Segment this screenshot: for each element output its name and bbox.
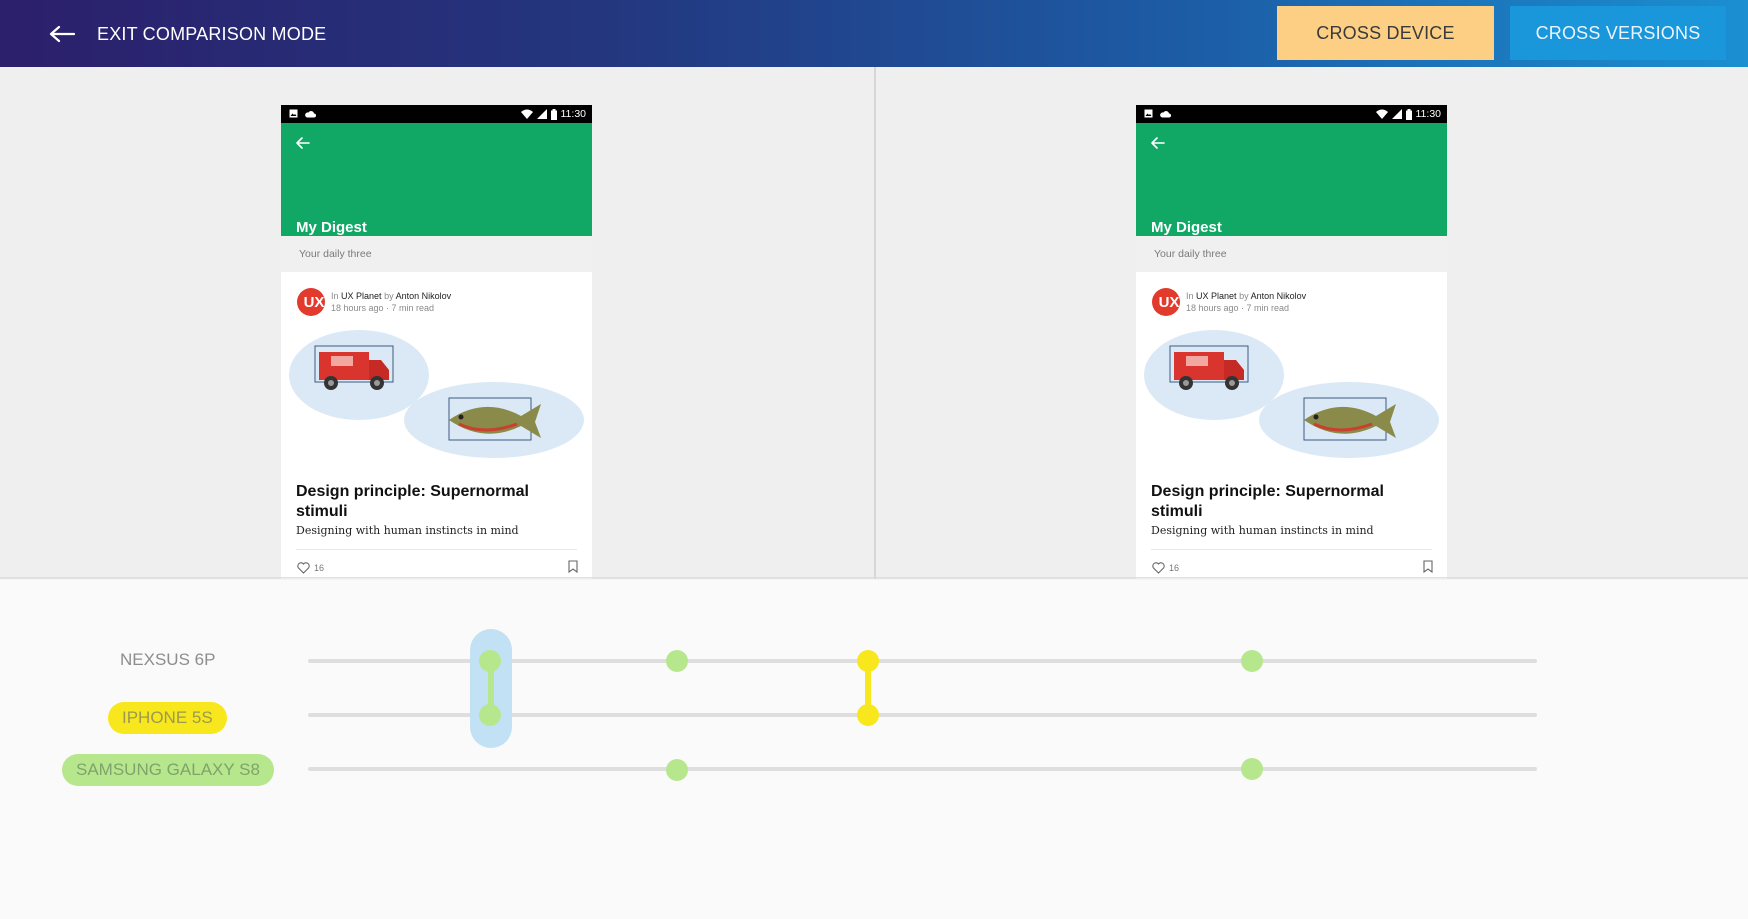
like-count: 16: [1169, 563, 1180, 573]
app-back-arrow-icon[interactable]: [1150, 135, 1166, 151]
app-title: My Digest: [1151, 219, 1222, 236]
wifi-icon: [1375, 109, 1388, 119]
like-button[interactable]: 16: [297, 562, 324, 574]
section-label: Your daily three: [299, 248, 372, 260]
post-card[interactable]: UX In UX Planet by Anton Nikolov 18 hour…: [1136, 272, 1447, 579]
cloud-icon: [1160, 110, 1171, 117]
version-node-samsung-galaxy-s8[interactable]: [1241, 758, 1263, 780]
signal-icon: [536, 109, 547, 119]
card-divider: [296, 549, 577, 550]
post-meta: 18 hours ago · 7 min read: [331, 303, 435, 313]
cloud-icon: [305, 110, 316, 117]
app-title: My Digest: [296, 219, 367, 236]
version-node-iphone-5s[interactable]: [479, 704, 501, 726]
comparison-panes: 11:30 My Digest Your daily three UX In U…: [0, 67, 1748, 579]
post-subtitle: Designing with human instincts in mind: [1151, 524, 1374, 537]
publication-avatar: UX: [297, 288, 325, 316]
exit-comparison-button[interactable]: EXIT COMPARISON MODE: [97, 24, 326, 45]
app-back-arrow-icon[interactable]: [295, 135, 311, 151]
app-bar: My Digest: [1136, 123, 1447, 236]
comparison-app: EXIT COMPARISON MODE CROSS DEVICE CROSS …: [0, 0, 1748, 919]
heart-icon: [297, 562, 310, 574]
version-node-nexus-6p[interactable]: [1241, 650, 1263, 672]
panel-edge: [0, 577, 1748, 580]
post-card[interactable]: UX In UX Planet by Anton Nikolov 18 hour…: [281, 272, 592, 579]
post-illustration: [1144, 330, 1439, 458]
device-label-nexus-6p[interactable]: NEXSUS 6P: [106, 644, 229, 676]
version-node-samsung-galaxy-s8[interactable]: [666, 759, 688, 781]
section-label: Your daily three: [1154, 248, 1227, 260]
cross-versions-tab[interactable]: CROSS VERSIONS: [1510, 6, 1726, 60]
device-screen-left: 11:30 My Digest Your daily three UX In U…: [281, 105, 592, 579]
section-header: Your daily three: [1136, 236, 1447, 272]
image-icon: [1144, 109, 1153, 118]
heart-icon: [1152, 562, 1165, 574]
version-node-iphone-5s-match[interactable]: [857, 704, 879, 726]
pane-divider: [874, 67, 876, 579]
post-byline: In UX Planet by Anton Nikolov 18 hours a…: [1186, 291, 1307, 313]
version-node-nexus-6p-match[interactable]: [857, 650, 879, 672]
status-bar: 11:30: [281, 105, 592, 123]
status-time: 11:30: [1415, 108, 1442, 120]
post-illustration: [289, 330, 584, 458]
device-label-iphone-5s[interactable]: IPHONE 5S: [108, 702, 227, 734]
bookmark-icon[interactable]: [568, 560, 578, 578]
section-header: Your daily three: [281, 236, 592, 272]
bookmark-icon[interactable]: [1423, 560, 1433, 578]
post-title[interactable]: Design principle: Supernormal stimuli: [296, 482, 556, 522]
battery-icon: [550, 108, 557, 120]
like-button[interactable]: 16: [1152, 562, 1179, 574]
cross-device-tab[interactable]: CROSS DEVICE: [1277, 6, 1494, 60]
post-title[interactable]: Design principle: Supernormal stimuli: [1151, 482, 1411, 522]
device-screen-right: 11:30 My Digest Your daily three UX In U…: [1136, 105, 1447, 579]
version-node-nexus-6p[interactable]: [666, 650, 688, 672]
battery-icon: [1405, 108, 1412, 120]
device-label-samsung-galaxy-s8[interactable]: SAMSUNG GALAXY S8: [62, 754, 274, 786]
publication-link[interactable]: UX Planet: [1196, 291, 1237, 301]
wifi-icon: [520, 109, 533, 119]
app-bar: My Digest: [281, 123, 592, 236]
card-divider: [1151, 549, 1432, 550]
back-arrow-icon[interactable]: [48, 22, 76, 46]
author-link[interactable]: Anton Nikolov: [1251, 291, 1307, 301]
status-time: 11:30: [560, 108, 587, 120]
post-byline: In UX Planet by Anton Nikolov 18 hours a…: [331, 291, 452, 313]
post-meta: 18 hours ago · 7 min read: [1186, 303, 1290, 313]
image-icon: [289, 109, 298, 118]
status-bar: 11:30: [1136, 105, 1447, 123]
like-count: 16: [314, 563, 325, 573]
author-link[interactable]: Anton Nikolov: [396, 291, 452, 301]
publication-link[interactable]: UX Planet: [341, 291, 382, 301]
signal-icon: [1391, 109, 1402, 119]
timeline-track-samsung-galaxy-s8: [308, 767, 1537, 771]
post-subtitle: Designing with human instincts in mind: [296, 524, 519, 537]
top-bar: EXIT COMPARISON MODE CROSS DEVICE CROSS …: [0, 0, 1748, 67]
version-node-nexus-6p[interactable]: [479, 650, 501, 672]
publication-avatar: UX: [1152, 288, 1180, 316]
